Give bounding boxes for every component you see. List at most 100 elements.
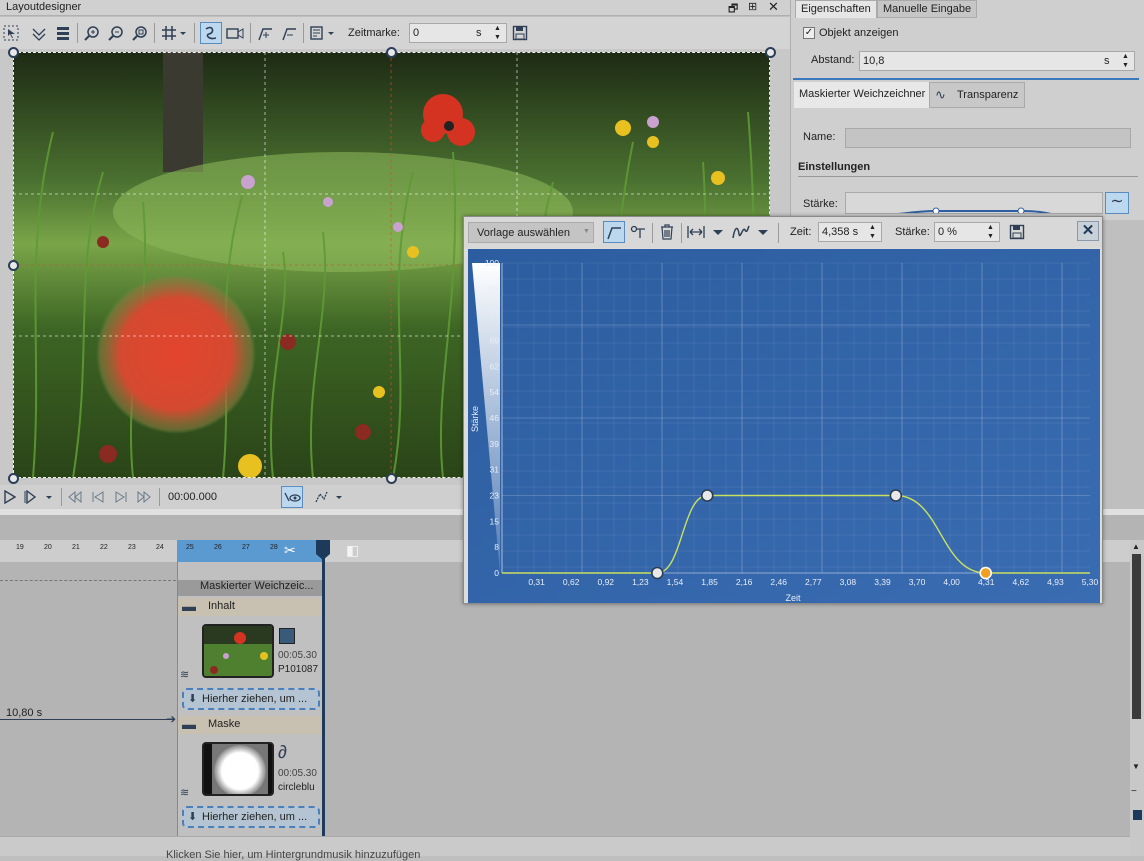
save-icon[interactable] bbox=[1007, 222, 1027, 242]
effect-icon[interactable]: ≋ bbox=[180, 786, 189, 799]
keyframe-point[interactable] bbox=[700, 489, 714, 502]
name-input[interactable] bbox=[845, 128, 1131, 148]
zoom-in-icon[interactable] bbox=[82, 23, 102, 43]
resize-handle-t[interactable] bbox=[386, 47, 397, 58]
maske-thumbnail[interactable] bbox=[202, 742, 274, 796]
music-hint: Klicken Sie hier, um Hintergrundmusik hi… bbox=[166, 849, 421, 861]
x-tick-label: 4,93 bbox=[1047, 577, 1064, 587]
marker-icon[interactable]: ◧ bbox=[346, 542, 359, 559]
resize-handle-tr[interactable] bbox=[765, 47, 776, 58]
vertical-scrollbar[interactable]: ▲ ▼ − bbox=[1130, 540, 1144, 856]
scroll-down-icon[interactable]: ▼ bbox=[1132, 762, 1140, 771]
zoom-slider-handle[interactable] bbox=[1133, 810, 1142, 820]
add-keyframe-icon[interactable] bbox=[255, 23, 275, 43]
staerke-input[interactable]: 0 % ▲ ▼ bbox=[934, 222, 1000, 242]
inhalt-header[interactable]: Inhalt bbox=[178, 598, 322, 616]
remove-keyframe-icon[interactable] bbox=[279, 23, 299, 43]
distance-line bbox=[0, 719, 170, 720]
abstand-input[interactable]: 10,8 s ▲ ▼ bbox=[859, 51, 1135, 71]
ruler-tick: 20 bbox=[44, 544, 52, 551]
spinner-icon[interactable]: ▲ ▼ bbox=[494, 24, 501, 42]
x-tick-label: 4,62 bbox=[1013, 577, 1030, 587]
play-icon[interactable] bbox=[2, 487, 18, 507]
curve-editor-toolbar: Vorlage auswählen ▼ Zeit: 4,358 s ▲ ▼ Stä… bbox=[464, 217, 1102, 248]
scroll-up-icon[interactable]: ▲ bbox=[1132, 542, 1140, 551]
staerke-curve-preview[interactable] bbox=[845, 192, 1103, 214]
keyframe-point-selected[interactable] bbox=[979, 566, 993, 580]
keyframe-point[interactable] bbox=[889, 489, 903, 502]
resize-handle-bl[interactable] bbox=[8, 473, 19, 484]
y-tick-label: 39 bbox=[490, 439, 500, 449]
vorlage-dropdown[interactable]: Vorlage auswählen ▼ bbox=[468, 222, 594, 243]
linear-mode-icon[interactable] bbox=[628, 222, 648, 242]
zeit-input[interactable]: 4,358 s ▲ ▼ bbox=[818, 222, 882, 242]
curve-editor-toggle-icon[interactable]: ∼ bbox=[1105, 192, 1129, 214]
spinner-icon[interactable]: ▲ ▼ bbox=[1122, 52, 1129, 70]
rewind-icon[interactable] bbox=[66, 487, 84, 507]
fast-forward-icon[interactable] bbox=[135, 487, 153, 507]
curve-graph-svg[interactable]: 100 85 77 69 62 54 46 39 31 23 15 8 0 0,31 0,62 0,92 1,… bbox=[468, 249, 1100, 603]
resize-handle-b[interactable] bbox=[386, 473, 397, 484]
previous-icon[interactable] bbox=[89, 487, 107, 507]
curve-mode-icon[interactable] bbox=[603, 221, 625, 243]
animation-path-icon[interactable] bbox=[200, 22, 222, 44]
zoom-fit-icon[interactable] bbox=[130, 23, 150, 43]
ruler-tick: 23 bbox=[128, 544, 136, 551]
resize-handle-tl[interactable] bbox=[8, 47, 19, 58]
resize-handle-l[interactable] bbox=[8, 260, 19, 271]
music-track[interactable]: Klicken Sie hier, um Hintergrundmusik hi… bbox=[0, 836, 1130, 861]
path-options-icon[interactable] bbox=[313, 487, 345, 507]
grid-icon[interactable] bbox=[160, 23, 188, 43]
tab-maskierter-weichzeichner[interactable]: Maskierter Weichzeichner bbox=[794, 82, 931, 108]
camera-icon[interactable] bbox=[225, 23, 245, 43]
drop-zone-maske[interactable]: ⬇ Hierher ziehen, um ... bbox=[182, 806, 320, 828]
save-icon[interactable] bbox=[510, 23, 530, 43]
curve-graph[interactable]: 100 85 77 69 62 54 46 39 31 23 15 8 0 0,31 0,62 0,92 1,… bbox=[468, 249, 1100, 603]
y-tick-label: 31 bbox=[490, 465, 500, 475]
zoom-out-icon[interactable] bbox=[106, 23, 126, 43]
maske-header[interactable]: Maske bbox=[178, 716, 322, 734]
tab-eigenschaften[interactable]: Eigenschaften bbox=[795, 0, 877, 18]
drop-zone-inhalt[interactable]: ⬇ Hierher ziehen, um ... bbox=[182, 688, 320, 710]
vorlage-label: Vorlage auswählen bbox=[477, 227, 570, 239]
next-icon[interactable] bbox=[112, 487, 130, 507]
select-tool-icon[interactable] bbox=[2, 23, 20, 43]
tab-manuelle-eingabe[interactable]: Manuelle Eingabe bbox=[877, 0, 978, 18]
zeitmarke-input[interactable]: 0 s ▲ ▼ bbox=[409, 23, 507, 43]
scissors-icon[interactable]: ✂ bbox=[284, 542, 296, 559]
spinner-icon[interactable]: ▲ ▼ bbox=[987, 223, 994, 241]
x-tick-label: 3,39 bbox=[874, 577, 891, 587]
collapse-icon[interactable]: ▬ bbox=[182, 598, 196, 614]
subtab-indicator bbox=[793, 78, 1139, 80]
arrow-down-icon: ⬇ bbox=[188, 811, 198, 823]
inhalt-thumbnail[interactable] bbox=[202, 624, 274, 678]
collapse-icon[interactable]: ▬ bbox=[182, 716, 196, 732]
scroll-thumb[interactable] bbox=[1132, 554, 1141, 719]
wave-icon[interactable] bbox=[731, 222, 773, 242]
keyframe-point[interactable] bbox=[651, 566, 664, 580]
spinner-icon[interactable]: ▲ ▼ bbox=[869, 223, 876, 241]
layers-icon[interactable] bbox=[53, 23, 73, 43]
guides-icon[interactable] bbox=[29, 23, 49, 43]
tab-transparenz[interactable]: ∿ Transparenz bbox=[929, 82, 1025, 108]
preview-eye-icon[interactable] bbox=[281, 486, 303, 508]
pin-icon[interactable]: ⊞ bbox=[748, 0, 757, 13]
delete-icon[interactable] bbox=[657, 222, 677, 242]
template-icon[interactable] bbox=[308, 23, 338, 43]
close-icon[interactable]: ✕ bbox=[768, 0, 779, 15]
close-editor-icon[interactable]: ✕ bbox=[1077, 221, 1099, 241]
y-tick-label: 54 bbox=[490, 387, 500, 397]
stretch-icon[interactable] bbox=[686, 222, 728, 242]
x-tick-label: 0,31 bbox=[528, 577, 545, 587]
y-tick-label: 100 bbox=[485, 258, 499, 268]
ruler-tick: 27 bbox=[242, 544, 250, 551]
play-options-icon[interactable] bbox=[22, 487, 56, 507]
y-tick-label: 0 bbox=[494, 568, 499, 578]
zoom-out-icon[interactable]: − bbox=[1131, 786, 1137, 797]
y-tick-label: 62 bbox=[490, 361, 500, 371]
effect-icon[interactable]: ≋ bbox=[180, 668, 189, 681]
time-display: 00:00.000 bbox=[168, 491, 217, 503]
objekt-anzeigen-checkbox[interactable]: ✓ bbox=[803, 27, 815, 39]
y-tick-label: 69 bbox=[490, 336, 500, 346]
track-header[interactable]: Maskierter Weichzeic... bbox=[178, 580, 322, 596]
